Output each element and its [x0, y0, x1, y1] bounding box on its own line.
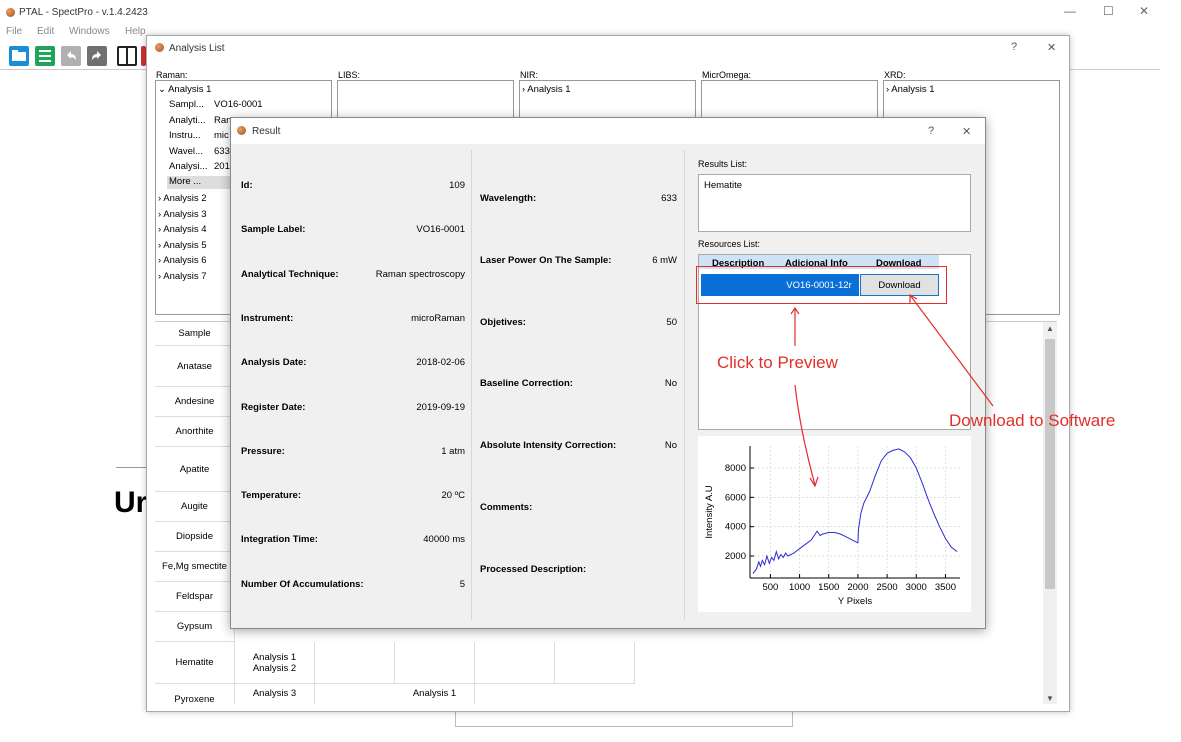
- arrow-down-to-chart: [794, 384, 816, 486]
- click-to-preview-annotation: Click to Preview: [717, 353, 838, 372]
- arrow-to-download: [909, 294, 994, 407]
- download-to-software-annotation: Download to Software: [949, 411, 1116, 430]
- annotation-arrows: [790, 293, 994, 488]
